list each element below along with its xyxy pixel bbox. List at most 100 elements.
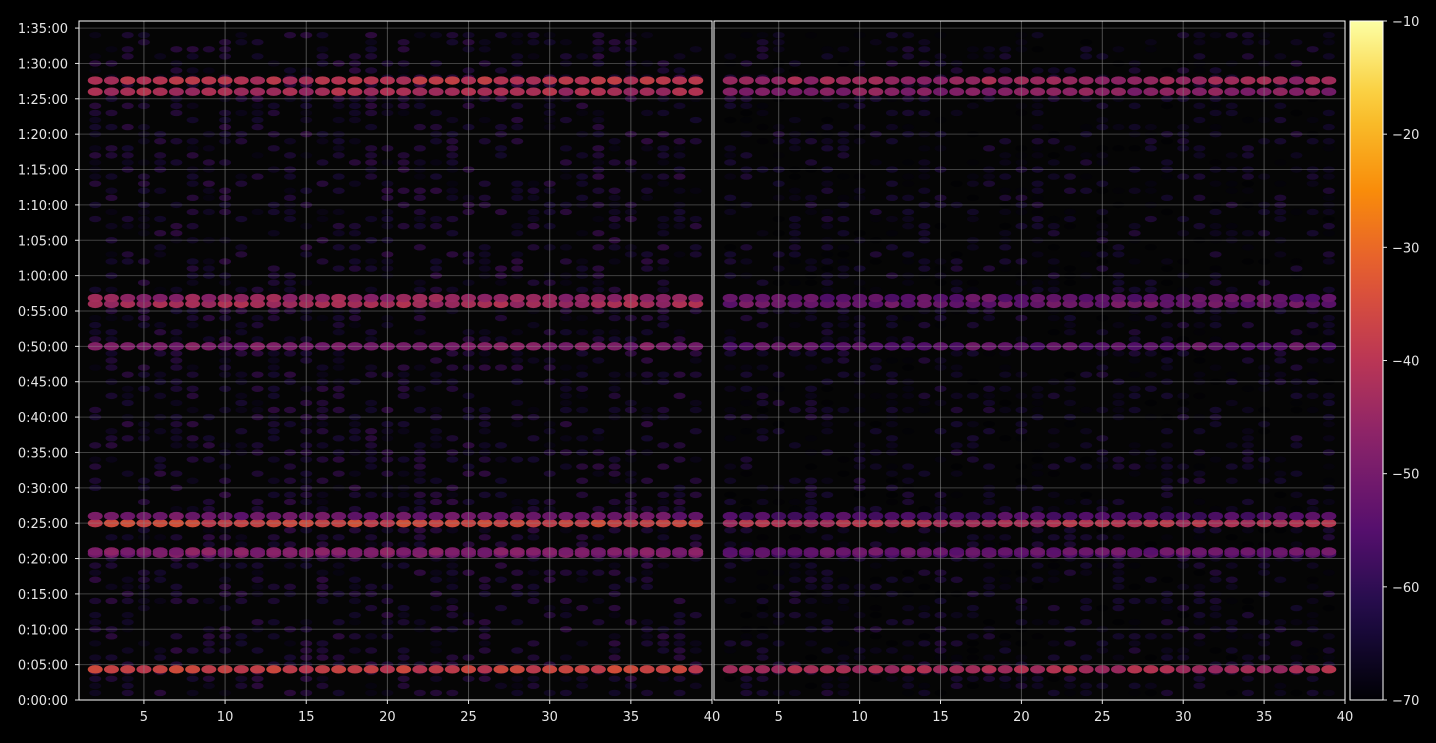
texture-cell xyxy=(284,152,296,159)
band-cell xyxy=(477,511,493,521)
band-cell xyxy=(835,87,851,96)
band-cell xyxy=(1240,293,1256,303)
band-cell xyxy=(868,511,884,521)
texture-cell xyxy=(756,385,769,392)
texture-cell xyxy=(1193,357,1206,364)
texture-cell xyxy=(966,173,979,180)
band-cell xyxy=(396,87,412,96)
texture-cell xyxy=(1128,583,1141,591)
texture-cell xyxy=(430,428,443,435)
texture-cell xyxy=(251,385,264,392)
texture-cell xyxy=(918,187,931,194)
texture-cell xyxy=(478,428,491,435)
texture-cell xyxy=(821,569,834,576)
texture-cell xyxy=(902,215,915,223)
texture-cell xyxy=(1225,562,1238,569)
texture-cell xyxy=(1322,229,1335,237)
texture-cell xyxy=(885,357,898,364)
texture-cell xyxy=(121,385,134,392)
texture-cell xyxy=(511,116,524,124)
band-cell xyxy=(152,665,168,674)
texture-cell xyxy=(788,611,801,619)
texture-cell xyxy=(966,541,979,548)
texture-cell xyxy=(885,31,898,39)
texture-cell xyxy=(950,442,963,449)
texture-cell xyxy=(657,279,670,286)
band-cell xyxy=(738,511,754,521)
texture-cell xyxy=(365,145,378,152)
texture-cell xyxy=(397,67,410,74)
texture-cell xyxy=(1063,329,1076,336)
texture-cell xyxy=(918,611,931,619)
texture-cell xyxy=(1031,505,1044,513)
texture-cell xyxy=(1290,208,1303,216)
texture-cell xyxy=(966,682,979,690)
texture-cell xyxy=(641,173,654,180)
texture-cell xyxy=(1161,67,1174,74)
texture-cell xyxy=(740,456,753,463)
texture-cell xyxy=(1306,611,1319,619)
colorbar-tick-label: −30 xyxy=(1392,241,1419,256)
band-cell xyxy=(916,293,932,303)
texture-cell xyxy=(446,138,459,145)
texture-cell xyxy=(332,229,345,237)
texture-cell xyxy=(202,314,215,322)
texture-cell xyxy=(673,491,686,499)
band-cell xyxy=(525,665,541,674)
texture-cell xyxy=(983,675,996,682)
texture-cell xyxy=(105,392,118,400)
texture-cell xyxy=(1193,682,1206,690)
texture-cell xyxy=(657,180,670,187)
texture-cell xyxy=(1322,435,1335,442)
texture-cell xyxy=(478,420,491,428)
texture-cell xyxy=(121,371,134,378)
texture-cell xyxy=(983,385,996,392)
band-cell xyxy=(787,87,803,96)
texture-cell xyxy=(1306,597,1319,605)
texture-cell xyxy=(511,364,524,371)
texture-cell xyxy=(902,477,915,484)
texture-cell xyxy=(284,138,296,145)
band-cell xyxy=(168,293,184,303)
texture-cell xyxy=(576,364,589,371)
texture-cell xyxy=(999,194,1012,202)
texture-cell xyxy=(673,611,686,619)
band-cell xyxy=(755,76,771,85)
texture-cell xyxy=(1031,406,1044,414)
texture-cell xyxy=(446,562,459,569)
texture-cell xyxy=(885,399,898,407)
texture-cell xyxy=(608,463,621,470)
band-cell xyxy=(396,293,412,303)
texture-cell xyxy=(1322,498,1335,506)
texture-cell xyxy=(105,442,118,449)
texture-cell xyxy=(724,463,737,470)
texture-cell xyxy=(689,251,702,258)
texture-cell xyxy=(966,633,979,640)
texture-cell xyxy=(1306,576,1319,583)
texture-cell xyxy=(869,258,882,265)
texture-cell xyxy=(1144,654,1157,661)
texture-cell xyxy=(430,109,443,117)
texture-cell xyxy=(1193,222,1206,230)
texture-cell xyxy=(983,541,996,548)
texture-cell xyxy=(966,159,979,166)
texture-cell xyxy=(837,470,850,477)
texture-cell xyxy=(1128,102,1141,110)
texture-cell xyxy=(821,399,834,407)
texture-cell xyxy=(397,385,410,392)
texture-cell xyxy=(1047,463,1060,470)
texture-cell xyxy=(902,251,915,258)
texture-cell xyxy=(837,675,850,682)
texture-cell xyxy=(1080,456,1093,463)
texture-cell xyxy=(170,138,183,145)
texture-cell xyxy=(1241,463,1254,470)
texture-cell xyxy=(284,350,296,357)
texture-cell xyxy=(1161,505,1174,513)
texture-cell xyxy=(1241,633,1254,640)
texture-cell xyxy=(673,222,686,230)
texture-cell xyxy=(1047,470,1060,477)
texture-cell xyxy=(365,336,378,343)
band-cell xyxy=(185,665,201,674)
texture-cell xyxy=(186,442,199,449)
texture-cell xyxy=(1274,180,1287,187)
